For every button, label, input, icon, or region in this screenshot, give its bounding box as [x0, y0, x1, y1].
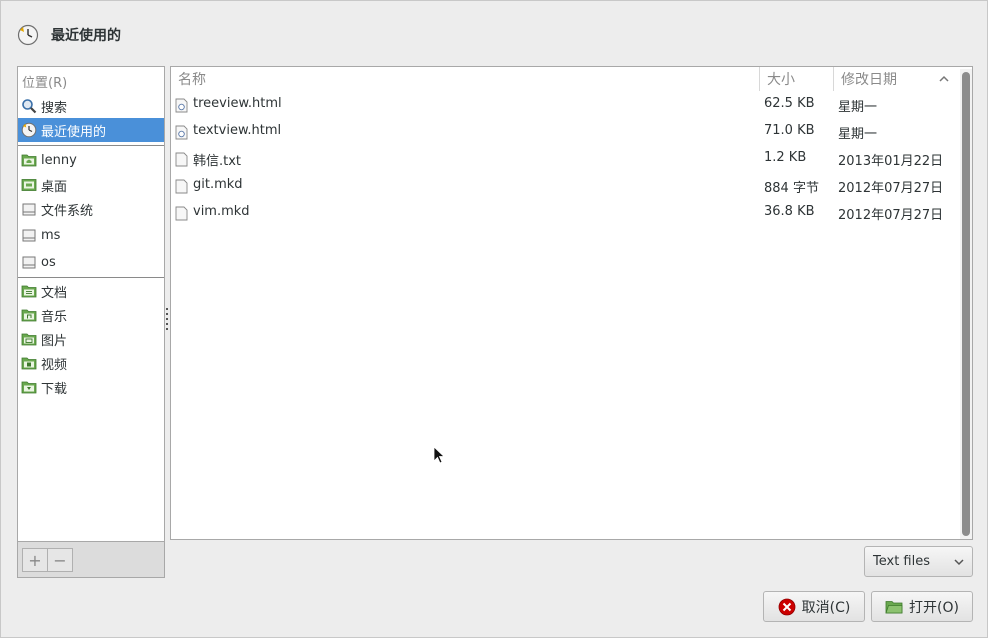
drive-icon	[22, 229, 36, 242]
file-row[interactable]: git.mkd 884 字节 2012年07月27日	[171, 173, 959, 200]
cancel-button[interactable]: 取消(C)	[763, 591, 865, 622]
file-size: 71.0 KB	[764, 123, 815, 138]
sidebar-item-label: 下载	[41, 381, 68, 397]
places-heading: 位置(R)	[22, 76, 68, 91]
sidebar-item-desktop[interactable]: 桌面	[18, 173, 164, 197]
text-file-icon	[175, 206, 188, 221]
search-icon	[22, 99, 37, 114]
file-size: 884 字节	[764, 181, 819, 196]
scrollbar-thumb[interactable]	[962, 72, 970, 536]
sidebar-item-recent[interactable]: 最近使用的	[18, 118, 164, 142]
places-sidebar: 位置(R) 搜索 最近使用的 lenny 桌面 文件系统 ms os 文档 音乐…	[17, 66, 165, 542]
chevron-down-icon	[954, 559, 964, 566]
file-list: 名称 大小 修改日期 treeview.html 62.5 KB 星期一 tex…	[170, 66, 973, 540]
file-size: 62.5 KB	[764, 96, 815, 111]
cancel-icon	[778, 598, 796, 615]
sidebar-item-music[interactable]: 音乐	[18, 303, 164, 327]
sidebar-item-label: 视频	[41, 357, 68, 373]
pane-resize-handle[interactable]	[166, 308, 169, 336]
header: 最近使用的	[17, 23, 121, 47]
file-modified: 2012年07月27日	[838, 181, 944, 196]
open-button-label: 打开(O)	[909, 599, 959, 616]
file-name: vim.mkd	[193, 204, 250, 219]
window-title: 最近使用的	[51, 28, 121, 44]
file-modified: 2012年07月27日	[838, 208, 944, 223]
vertical-scrollbar[interactable]	[960, 69, 972, 539]
videos-folder-icon	[21, 357, 37, 370]
pictures-folder-icon	[21, 333, 37, 346]
sidebar-item-label: lenny	[41, 152, 77, 168]
documents-folder-icon	[21, 285, 37, 298]
sort-ascending-icon	[939, 75, 949, 82]
column-header-name[interactable]: 名称	[171, 67, 759, 91]
sidebar-item-os[interactable]: os	[18, 250, 164, 274]
file-row[interactable]: vim.mkd 36.8 KB 2012年07月27日	[171, 200, 959, 227]
recent-clock-icon	[17, 24, 39, 46]
add-bookmark-button[interactable]: +	[22, 548, 48, 572]
music-folder-icon	[21, 309, 37, 322]
sidebar-separator	[18, 277, 164, 278]
sidebar-item-label: 音乐	[41, 309, 68, 325]
sidebar-item-downloads[interactable]: 下载	[18, 375, 164, 399]
sidebar-item-label: 最近使用的	[41, 124, 107, 140]
downloads-folder-icon	[21, 381, 37, 394]
file-modified: 星期一	[838, 127, 878, 142]
html-file-icon	[175, 125, 188, 140]
file-row[interactable]: treeview.html 62.5 KB 星期一	[171, 92, 959, 119]
column-header-size[interactable]: 大小	[760, 67, 833, 91]
sidebar-item-label: ms	[41, 227, 61, 243]
file-name: 韩信.txt	[193, 154, 242, 169]
cancel-button-label: 取消(C)	[801, 599, 851, 616]
sidebar-item-lenny[interactable]: lenny	[18, 148, 164, 172]
html-file-icon	[175, 98, 188, 113]
sidebar-item-label: 图片	[41, 333, 68, 349]
sidebar-item-filesystem[interactable]: 文件系统	[18, 197, 164, 221]
file-row[interactable]: 韩信.txt 1.2 KB 2013年01月22日	[171, 146, 959, 173]
sidebar-item-label: 文档	[41, 285, 68, 301]
sidebar-item-label: 文件系统	[41, 203, 94, 219]
sidebar-item-label: os	[41, 254, 56, 270]
mouse-cursor-icon	[433, 446, 445, 464]
file-name: git.mkd	[193, 177, 243, 192]
text-file-icon	[175, 179, 188, 194]
file-size: 1.2 KB	[764, 150, 807, 165]
sidebar-item-ms[interactable]: ms	[18, 223, 164, 247]
file-row[interactable]: textview.html 71.0 KB 星期一	[171, 119, 959, 146]
filter-selected-value: Text files	[873, 554, 930, 569]
desktop-icon	[21, 179, 37, 191]
home-folder-icon	[21, 154, 37, 167]
file-name: textview.html	[193, 123, 282, 138]
sidebar-item-pictures[interactable]: 图片	[18, 327, 164, 351]
file-modified: 星期一	[838, 100, 878, 115]
sidebar-item-search[interactable]: 搜索	[18, 94, 164, 118]
remove-bookmark-button[interactable]: −	[47, 548, 73, 572]
file-name: treeview.html	[193, 96, 282, 111]
text-file-icon	[175, 152, 188, 167]
sidebar-item-videos[interactable]: 视频	[18, 351, 164, 375]
file-type-filter[interactable]: Text files	[864, 546, 973, 577]
drive-icon	[22, 256, 36, 269]
file-chooser-window: 最近使用的 位置(R) 搜索 最近使用的 lenny 桌面 文件系统 ms os…	[0, 0, 988, 638]
file-modified: 2013年01月22日	[838, 154, 944, 169]
open-folder-icon	[885, 600, 903, 613]
sidebar-item-label: 搜索	[41, 100, 68, 116]
sidebar-toolbar: + −	[17, 542, 165, 578]
sidebar-separator	[18, 145, 164, 146]
file-size: 36.8 KB	[764, 204, 815, 219]
open-button[interactable]: 打开(O)	[871, 591, 973, 622]
sidebar-item-label: 桌面	[41, 179, 68, 195]
sidebar-item-documents[interactable]: 文档	[18, 279, 164, 303]
recent-icon	[21, 122, 37, 138]
drive-icon	[22, 203, 36, 216]
